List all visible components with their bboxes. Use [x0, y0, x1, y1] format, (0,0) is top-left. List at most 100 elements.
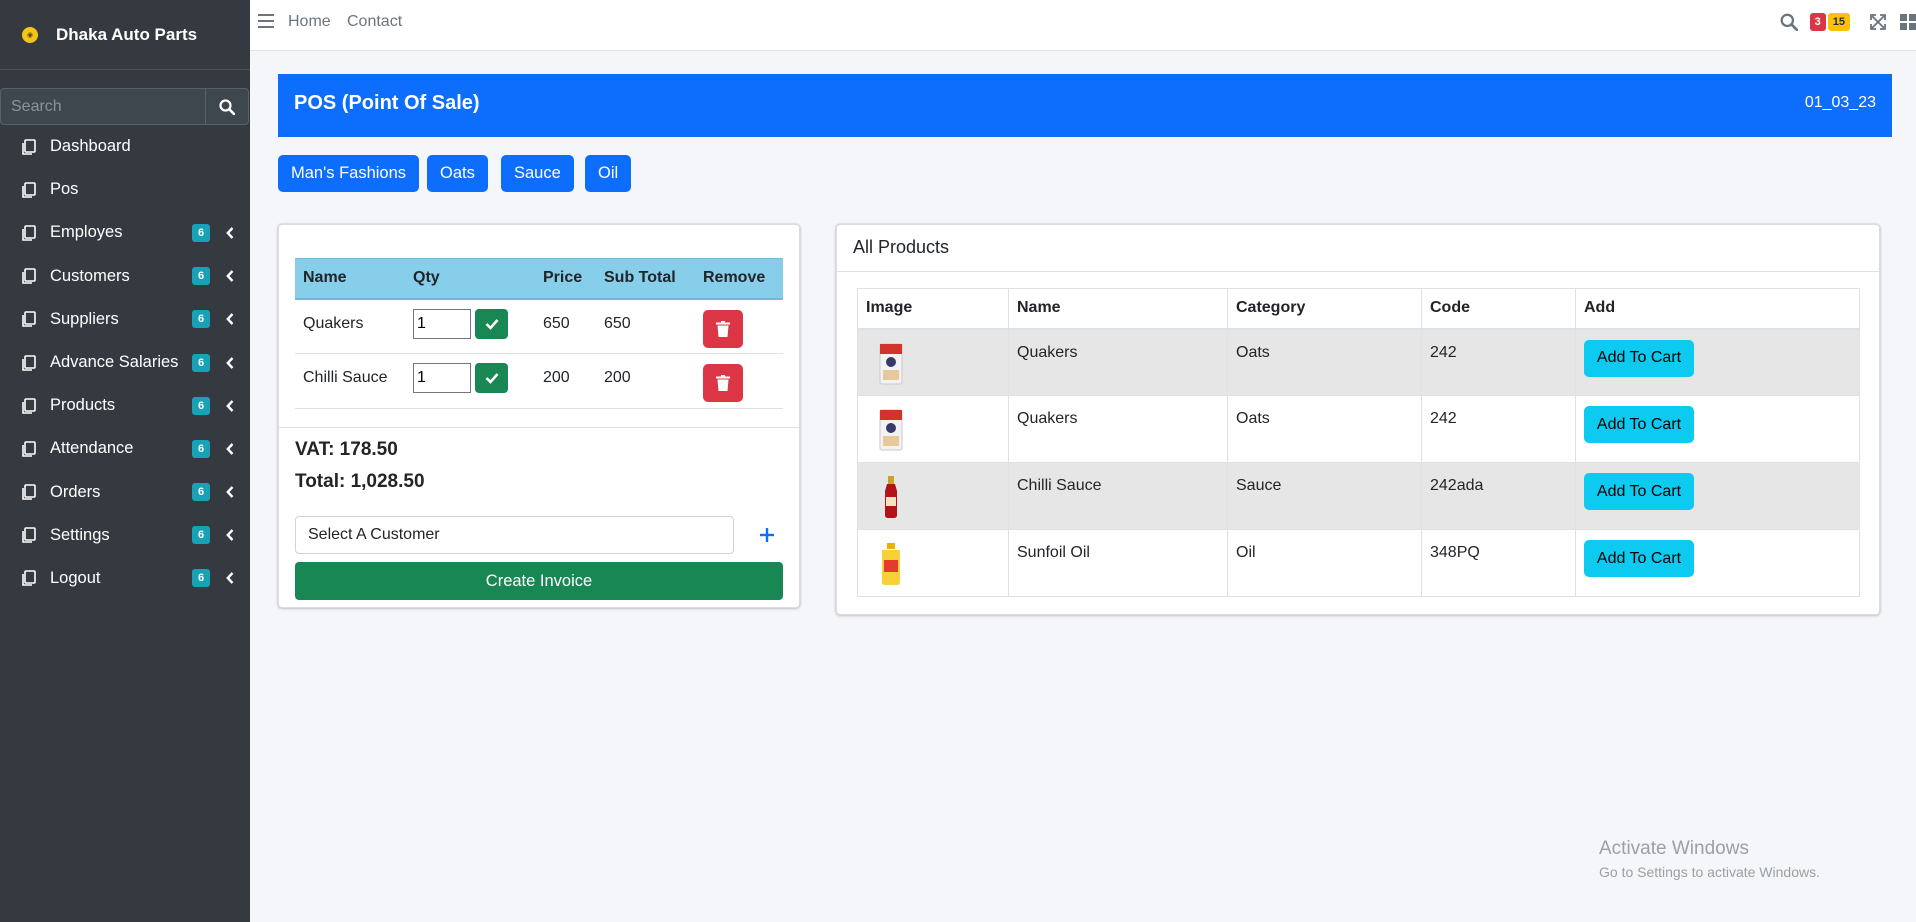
cart-items-section: Name Qty Price Sub Total Remove Quakers	[279, 225, 799, 428]
count-badge: 6	[192, 439, 211, 458]
chevron-left-icon	[226, 399, 234, 412]
fullscreen-icon[interactable]	[1870, 14, 1886, 30]
product-name: Sunfoil Oil	[1008, 529, 1228, 597]
column-header: Category	[1227, 288, 1422, 330]
sidebar-search-button[interactable]	[205, 88, 249, 125]
category-button[interactable]: Man's Fashions	[278, 155, 420, 192]
copy-icon	[22, 441, 36, 457]
add-to-cart-button[interactable]: Add To Cart	[1584, 540, 1694, 577]
product-name: Chilli Sauce	[1008, 462, 1228, 530]
chevron-left-icon	[226, 572, 234, 585]
sidebar-item-customers[interactable]: Customers 6	[0, 255, 250, 298]
nav-link-home[interactable]: Home	[288, 13, 331, 31]
product-category: Oil	[1227, 529, 1422, 597]
brand-logo-icon: ◉	[22, 26, 38, 43]
table-row: Quakers Oats 242 Add To Cart	[857, 328, 1860, 396]
sidebar-item-label: Employes	[50, 223, 123, 242]
check-icon	[485, 373, 498, 384]
quakers-oats-icon	[879, 343, 903, 384]
sidebar-search-input[interactable]	[0, 88, 205, 125]
copy-icon	[22, 570, 36, 587]
copy-icon	[22, 311, 36, 328]
trash-icon	[716, 375, 730, 391]
product-category: Sauce	[1227, 462, 1422, 530]
count-badge: 6	[192, 483, 211, 502]
category-button[interactable]: Sauce	[501, 155, 574, 192]
create-invoice-button[interactable]: Create Invoice	[295, 562, 783, 600]
copy-icon	[22, 138, 36, 155]
cart-item-subtotal: 650	[596, 298, 695, 354]
table-row: Chilli Sauce Sauce 242ada Add To Cart	[857, 462, 1860, 530]
quantity-input[interactable]	[413, 363, 471, 393]
cart-header-row: Name Qty Price Sub Total Remove	[295, 258, 783, 300]
product-category: Oats	[1227, 328, 1422, 396]
copy-icon	[22, 181, 36, 198]
count-badge: 6	[192, 353, 211, 372]
sidebar-item-settings[interactable]: Settings 6	[0, 514, 250, 557]
add-to-cart-button[interactable]: Add To Cart	[1584, 473, 1694, 510]
remove-cell	[695, 298, 783, 354]
product-code: 242	[1421, 395, 1576, 463]
sidebar-search	[0, 88, 249, 125]
update-qty-button[interactable]	[475, 308, 508, 339]
product-code: 242	[1421, 328, 1576, 396]
sidebar-item-employes[interactable]: Employes 6	[0, 211, 250, 254]
category-button[interactable]: Oil	[585, 155, 632, 192]
add-to-cart-button[interactable]: Add To Cart	[1584, 339, 1694, 377]
column-header: Code	[1421, 288, 1576, 330]
add-cell: Add To Cart	[1575, 462, 1860, 530]
category-button[interactable]: Oats	[427, 155, 488, 192]
brand[interactable]: ◉ Dhaka Auto Parts	[0, 0, 250, 70]
customer-select[interactable]: Select A Customer	[295, 516, 734, 554]
add-customer-icon[interactable]	[759, 527, 775, 543]
table-row: Quakers 650 650	[295, 298, 783, 354]
add-cell: Add To Cart	[1575, 529, 1860, 597]
products-header-row: Image Name Category Code Add	[857, 288, 1860, 330]
watermark-subtitle: Go to Settings to activate Windows.	[1599, 864, 1820, 880]
sidebar-item-logout[interactable]: Logout 6	[0, 557, 250, 600]
qty-cell	[405, 298, 535, 354]
copy-icon	[22, 484, 36, 500]
search-icon[interactable]	[1780, 13, 1798, 31]
sidebar-item-label: Settings	[50, 525, 110, 544]
product-code: 348PQ	[1421, 529, 1576, 597]
messages-badge[interactable]: 15	[1827, 13, 1850, 31]
pos-date: 01_03_23	[1804, 94, 1876, 111]
sidebar-item-suppliers[interactable]: Suppliers 6	[0, 298, 250, 341]
nav-link-contact[interactable]: Contact	[347, 13, 402, 31]
sidebar-item-dashboard[interactable]: Dashboard	[0, 125, 250, 168]
sidebar-item-products[interactable]: Products 6	[0, 384, 250, 427]
update-qty-button[interactable]	[475, 363, 508, 393]
column-header: Add	[1575, 288, 1860, 330]
cart-item-price: 200	[535, 353, 596, 409]
quakers-oats-icon	[879, 409, 903, 451]
add-cell: Add To Cart	[1575, 395, 1860, 463]
sidebar-nav: Dashboard Pos Employes 6 Customers 6 Sup…	[0, 125, 250, 600]
trash-icon	[716, 320, 730, 337]
sidebar-item-label: Logout	[50, 568, 101, 587]
remove-item-button[interactable]	[703, 309, 743, 348]
watermark-title: Activate Windows	[1599, 838, 1749, 859]
product-name: Quakers	[1008, 328, 1228, 396]
sidebar-item-pos[interactable]: Pos	[0, 168, 250, 211]
sidebar-item-label: Dashboard	[50, 137, 131, 156]
product-image-cell	[857, 328, 1009, 396]
sidebar-item-label: Customers	[50, 266, 130, 285]
qty-cell	[405, 353, 535, 409]
remove-item-button[interactable]	[703, 364, 743, 402]
notifications-badge[interactable]: 3	[1809, 13, 1826, 31]
sidebar-item-orders[interactable]: Orders 6	[0, 471, 250, 514]
apps-grid-icon[interactable]	[1900, 14, 1916, 30]
chevron-left-icon	[226, 313, 234, 326]
quantity-input[interactable]	[413, 308, 471, 339]
add-to-cart-button[interactable]: Add To Cart	[1584, 406, 1694, 443]
product-image-cell	[857, 462, 1009, 530]
sidebar-item-advance-salaries[interactable]: Advance Salaries 6	[0, 341, 250, 384]
navbar-right-tools: 3 15	[1780, 10, 1916, 34]
chevron-left-icon	[226, 356, 234, 369]
total-amount: Total: 1,028.50	[295, 471, 425, 492]
menu-toggle-icon[interactable]	[258, 14, 274, 30]
all-products-title: All Products	[837, 225, 1879, 272]
count-badge: 6	[192, 310, 211, 329]
sidebar-item-attendance[interactable]: Attendance 6	[0, 427, 250, 470]
